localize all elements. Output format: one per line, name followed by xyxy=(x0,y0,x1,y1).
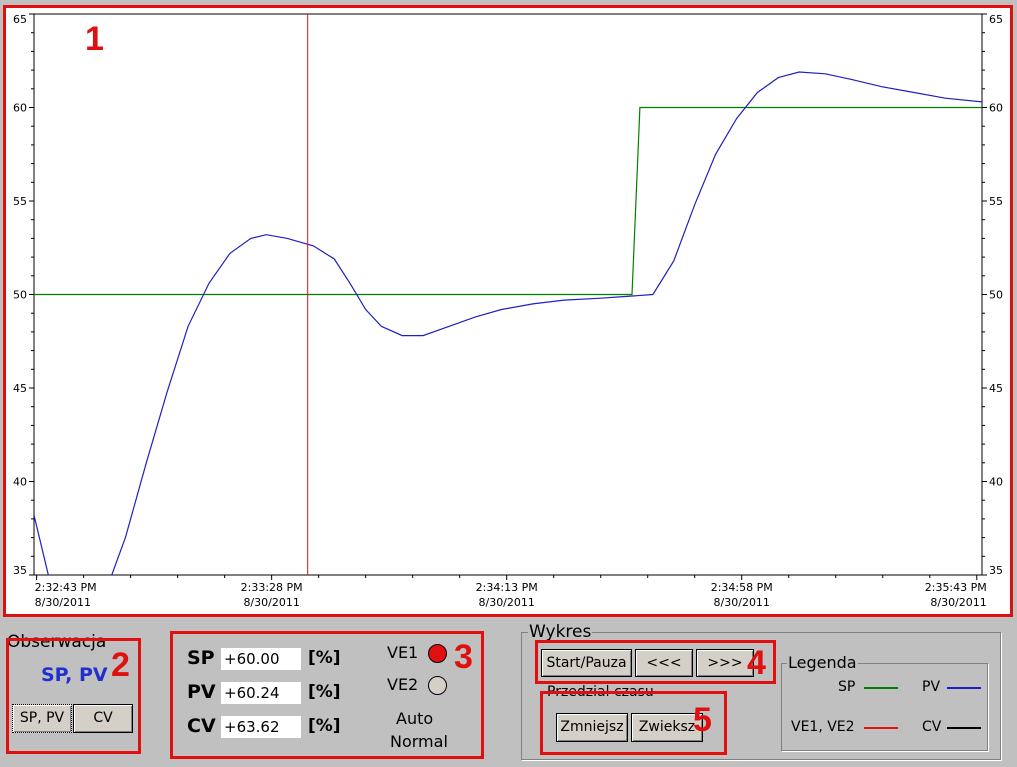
y-tick-label-left: 50 xyxy=(13,289,27,302)
legend-title: Legenda xyxy=(787,653,858,672)
legend-sp-swatch xyxy=(864,687,898,689)
x-tick-label-time: 2:34:58 PM xyxy=(711,581,773,594)
scroll-back-button[interactable]: <<< xyxy=(635,649,693,677)
chart-marker-1: 1 xyxy=(85,20,104,58)
interval-marker-5: 5 xyxy=(693,701,712,739)
series-line-sp xyxy=(34,106,982,296)
trend-chart: 65 65 60 60 55 55 50 50 45 45 40 40 35 35 2:32:43 PM 8/… xyxy=(3,5,1013,617)
sp-unit: [%] xyxy=(308,648,341,668)
cv-view-button[interactable]: CV xyxy=(73,704,133,733)
y-tick-label-right: 50 xyxy=(989,289,1003,302)
ve1-indicator xyxy=(428,644,447,663)
legend-pv-label: PV xyxy=(922,679,941,695)
navigation-marker-4: 4 xyxy=(747,644,766,682)
x-tick-label-time: 2:34:13 PM xyxy=(476,581,538,594)
observation-current: SP, PV xyxy=(41,664,108,686)
wykres-title: Wykres xyxy=(528,622,593,642)
y-tick-label-left: 40 xyxy=(13,476,27,489)
y-tick-label-left: 45 xyxy=(13,382,27,395)
x-tick-label-date: 8/30/2011 xyxy=(478,596,534,609)
sp-pv-view-button[interactable]: SP, PV xyxy=(12,704,72,733)
legend-ve-swatch xyxy=(864,727,898,729)
y-tick-label-right: 45 xyxy=(989,382,1003,395)
cv-unit: [%] xyxy=(308,716,341,736)
y-tick-label-left: 60 xyxy=(13,102,27,115)
y-tick-label-right: 65 xyxy=(989,13,1003,26)
x-tick-label-date: 8/30/2011 xyxy=(243,596,299,609)
y-tick-label-right: 60 xyxy=(989,102,1003,115)
y-tick-label-right: 40 xyxy=(989,476,1003,489)
legend-ve-label: VE1, VE2 xyxy=(791,719,855,735)
pv-label: PV xyxy=(187,681,216,703)
legend-sp-label: SP xyxy=(838,679,856,695)
y-tick-label-left: 65 xyxy=(13,13,27,26)
series-line-pv xyxy=(34,71,982,575)
start-pause-button[interactable]: Start/Pauza xyxy=(541,649,632,677)
trend-chart-svg: 65 65 60 60 55 55 50 50 45 45 40 40 35 35 2:32:43 PM 8/… xyxy=(13,13,1003,609)
sp-value: +60.00 xyxy=(221,648,301,670)
ve2-label: VE2 xyxy=(387,675,419,694)
ve1-label: VE1 xyxy=(387,643,419,662)
y-tick-label-right: 35 xyxy=(989,564,1003,577)
decrease-interval-button[interactable]: Zmniejsz xyxy=(556,713,628,742)
cv-value: +63.62 xyxy=(221,716,301,738)
legend-group xyxy=(781,663,988,751)
legend-cv-swatch xyxy=(947,727,981,729)
x-tick-label-date: 8/30/2011 xyxy=(930,596,986,609)
mode-normal: Normal xyxy=(390,732,448,751)
y-tick-label-left: 35 xyxy=(13,564,27,577)
sp-label: SP xyxy=(187,647,215,669)
scroll-forward-button[interactable]: >>> xyxy=(696,649,754,677)
cv-label: CV xyxy=(187,715,216,737)
x-tick-label-time: 2:33:28 PM xyxy=(241,581,303,594)
pv-unit: [%] xyxy=(308,682,341,702)
ve2-indicator xyxy=(428,676,447,695)
x-tick-label-time: 2:35:43 PM xyxy=(925,581,987,594)
legend-pv-swatch xyxy=(947,687,981,689)
observation-marker-2: 2 xyxy=(111,646,130,684)
mode-auto: Auto xyxy=(396,709,434,728)
values-marker-3: 3 xyxy=(454,638,473,676)
x-tick-label-time: 2:32:43 PM xyxy=(35,581,97,594)
y-tick-label-right: 55 xyxy=(989,195,1003,208)
pv-value: +60.24 xyxy=(221,682,301,704)
y-tick-label-left: 55 xyxy=(13,195,27,208)
legend-cv-label: CV xyxy=(922,719,942,735)
x-tick-label-date: 8/30/2011 xyxy=(714,596,770,609)
x-tick-label-date: 8/30/2011 xyxy=(35,596,91,609)
